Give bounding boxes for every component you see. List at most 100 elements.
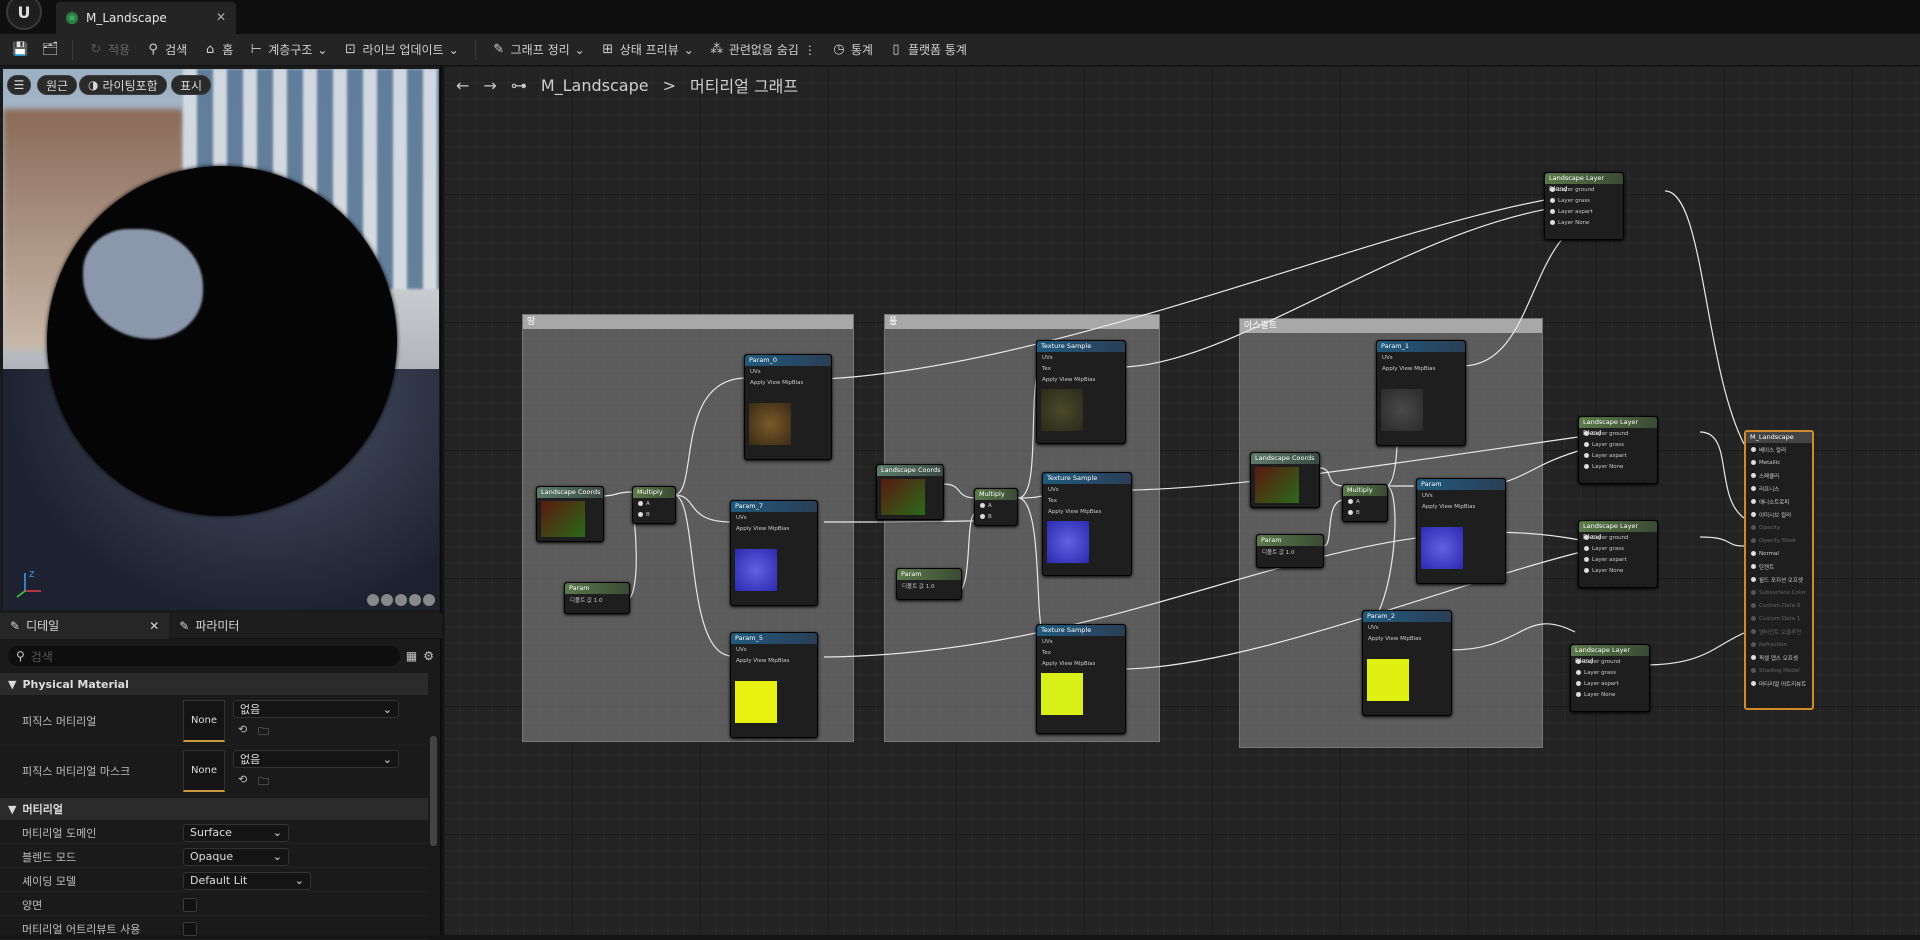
close-icon[interactable]: ✕ xyxy=(149,619,159,633)
pin-tex[interactable]: Tex xyxy=(1037,363,1125,374)
tab-details[interactable]: ✎ 디테일 ✕ xyxy=(0,612,170,639)
node-param-ground[interactable]: Param 디폴트 값 1.0 xyxy=(564,582,630,614)
unreal-logo-icon[interactable]: U xyxy=(6,0,42,30)
result-pin[interactable]: Metallic xyxy=(1746,456,1812,469)
details-search-input[interactable]: ⚲ 검색 xyxy=(8,646,400,666)
result-pin[interactable]: 머티리얼 어트리뷰트 xyxy=(1746,677,1812,690)
pin-uvs[interactable]: UVs xyxy=(745,366,831,377)
node-param-0[interactable]: Param_0 UVs Apply View MipBias xyxy=(744,354,832,460)
pin-uvs[interactable]: UVs xyxy=(1037,352,1125,363)
pin-layer-grass[interactable]: Layer grass xyxy=(1571,667,1649,678)
sphere-icon[interactable] xyxy=(381,594,393,606)
blend-mode-combo[interactable]: Opaque ⌄ xyxy=(183,847,289,866)
pin-apply-mip[interactable]: Apply View MipBias xyxy=(1417,501,1505,512)
node-param-7[interactable]: Param_7 UVs Apply View MipBias xyxy=(730,500,818,606)
result-pin[interactable]: Opacity Mask xyxy=(1746,534,1812,547)
pin-uvs[interactable]: UVs xyxy=(1037,636,1125,647)
shading-model-combo[interactable]: Default Lit ⌄ xyxy=(183,871,311,890)
pin-layer-none[interactable]: Layer None xyxy=(1571,689,1649,700)
pin-tex[interactable]: Tex xyxy=(1043,495,1131,506)
pin-apply-mip[interactable]: Apply View MipBias xyxy=(745,377,831,388)
result-pin[interactable]: Refraction xyxy=(1746,638,1812,651)
table-view-icon[interactable]: ▦ xyxy=(406,649,417,663)
pin-apply-mip[interactable]: Apply View MipBias xyxy=(731,655,817,666)
details-scrollbar[interactable] xyxy=(430,736,437,846)
pin-layer-asphalt[interactable]: Layer aspart xyxy=(1579,450,1657,461)
pin-b[interactable]: B xyxy=(633,509,675,520)
asset-tab[interactable]: M_Landscape ✕ xyxy=(56,2,236,34)
pin-uvs[interactable]: UVs xyxy=(731,644,817,655)
pin-apply-mip[interactable]: Apply View MipBias xyxy=(1037,374,1125,385)
pin-layer-none[interactable]: Layer None xyxy=(1579,565,1657,576)
node-param-1[interactable]: Param_1 UVs Apply View MipBias xyxy=(1376,340,1466,446)
result-pin[interactable]: 애니소트로피 xyxy=(1746,495,1812,508)
save-button[interactable]: 💾 xyxy=(12,42,28,57)
tab-parameters[interactable]: ✎ 파라미터 xyxy=(169,613,249,639)
node-param-grass[interactable]: Param 디폴트 값 1.0 xyxy=(896,568,962,600)
use-attributes-checkbox[interactable] xyxy=(183,921,197,936)
material-section[interactable]: ▼ 머티리얼 xyxy=(0,798,428,820)
browse-asset-icon[interactable]: 🗀 xyxy=(258,723,269,742)
pin-b[interactable]: B xyxy=(975,511,1017,522)
preview-viewport[interactable]: ☰ 원근 ◑ 라이팅포함 표시 Z xyxy=(3,69,439,610)
pin-layer-grass[interactable]: Layer grass xyxy=(1579,543,1657,554)
two-sided-checkbox[interactable] xyxy=(183,897,197,912)
perspective-button[interactable]: 원근 xyxy=(37,75,78,95)
browse-button[interactable]: 🗂 xyxy=(42,42,59,57)
node-param-asphalt[interactable]: Param 디폴트 값 1.0 xyxy=(1256,534,1324,568)
pin-uvs[interactable]: UVs xyxy=(731,512,817,523)
param-default[interactable]: 디폴트 값 1.0 xyxy=(897,580,961,591)
hierarchy-button[interactable]: ⊢ 계층구조 ⌄ xyxy=(249,41,328,58)
result-pin[interactable]: 스페큘러 xyxy=(1746,469,1812,482)
node-landscape-coords-grass[interactable]: Landscape Coords xyxy=(876,464,944,520)
browse-asset-icon[interactable]: 🗀 xyxy=(258,773,269,792)
pin-a[interactable]: A xyxy=(975,500,1017,511)
show-button[interactable]: 표시 xyxy=(171,75,212,95)
pin-apply-mip[interactable]: Apply View MipBias xyxy=(731,523,817,534)
node-landscape-coords-asphalt[interactable]: Landscape Coords xyxy=(1250,452,1320,508)
result-pin[interactable]: Custom Data 1 xyxy=(1746,612,1812,625)
node-param-2[interactable]: Param_2 UVs Apply View MipBias xyxy=(1362,610,1452,716)
node-layer-blend-4[interactable]: Landscape Layer Blend Layer ground Layer g… xyxy=(1570,644,1650,712)
pin-apply-mip[interactable]: Apply View MipBias xyxy=(1363,633,1451,644)
result-pin[interactable]: 이미시브 컬러 xyxy=(1746,508,1812,521)
pin-layer-none[interactable]: Layer None xyxy=(1545,217,1623,228)
result-pin[interactable]: Subsurface Color xyxy=(1746,586,1812,599)
phys-mat-thumbnail[interactable]: None xyxy=(183,700,225,742)
result-pin[interactable]: 월드 포지션 오프셋 xyxy=(1746,573,1812,586)
use-selected-icon[interactable]: ⟲ xyxy=(238,723,247,736)
close-tab-icon[interactable]: ✕ xyxy=(216,10,226,24)
result-pin[interactable]: Custom Data 0 xyxy=(1746,599,1812,612)
home-button[interactable]: ⌂ 홈 xyxy=(203,41,233,58)
result-pin[interactable]: 탄젠트 xyxy=(1746,560,1812,573)
node-param-5[interactable]: Param_5 UVs Apply View MipBias xyxy=(730,632,818,738)
material-domain-combo[interactable]: Surface ⌄ xyxy=(183,823,289,842)
stats-button[interactable]: ◷ 통계 xyxy=(832,41,873,58)
more-options-icon[interactable]: ⋮ xyxy=(804,43,816,57)
node-multiply-grass[interactable]: Multiply A B xyxy=(974,488,1018,526)
result-pin[interactable]: Normal xyxy=(1746,547,1812,560)
phys-mat-combo[interactable]: 없음 ⌄ xyxy=(233,700,399,718)
pin-layer-asphalt[interactable]: Layer aspart xyxy=(1571,678,1649,689)
result-pin[interactable]: 러프니스 xyxy=(1746,482,1812,495)
node-texture-sample-1[interactable]: Texture Sample UVs Tex Apply View MipBias xyxy=(1036,340,1126,444)
preview-shape-icons[interactable] xyxy=(367,594,435,606)
search-button[interactable]: ⚲ 검색 xyxy=(146,41,187,58)
pin-tex[interactable]: Tex xyxy=(1037,647,1125,658)
param-default[interactable]: 디폴트 값 1.0 xyxy=(1257,546,1323,557)
param-default[interactable]: 디폴트 값 1.0 xyxy=(565,594,629,605)
pin-uvs[interactable]: UVs xyxy=(1417,490,1505,501)
node-layer-blend-1[interactable]: Landscape Layer Blend Layer ground Layer g… xyxy=(1544,172,1624,240)
viewport-menu-button[interactable]: ☰ xyxy=(7,75,31,95)
settings-gear-icon[interactable]: ⚙ xyxy=(423,649,434,663)
cube-icon[interactable] xyxy=(409,594,421,606)
pin-layer-asphalt[interactable]: Layer aspart xyxy=(1545,206,1623,217)
pin-layer-grass[interactable]: Layer grass xyxy=(1545,195,1623,206)
cylinder-icon[interactable] xyxy=(367,594,379,606)
pin-uvs[interactable]: UVs xyxy=(1377,352,1465,363)
node-param-normal-asphalt[interactable]: Param UVs Apply View MipBias xyxy=(1416,478,1506,584)
live-update-button[interactable]: ⊡ 라이브 업데이트 ⌄ xyxy=(343,41,459,58)
node-layer-blend-2[interactable]: Landscape Layer Blend Layer ground Layer g… xyxy=(1578,416,1658,484)
platform-stats-button[interactable]: ▯ 플랫폼 통계 xyxy=(889,41,967,58)
phys-mat-mask-thumbnail[interactable]: None xyxy=(183,750,225,792)
